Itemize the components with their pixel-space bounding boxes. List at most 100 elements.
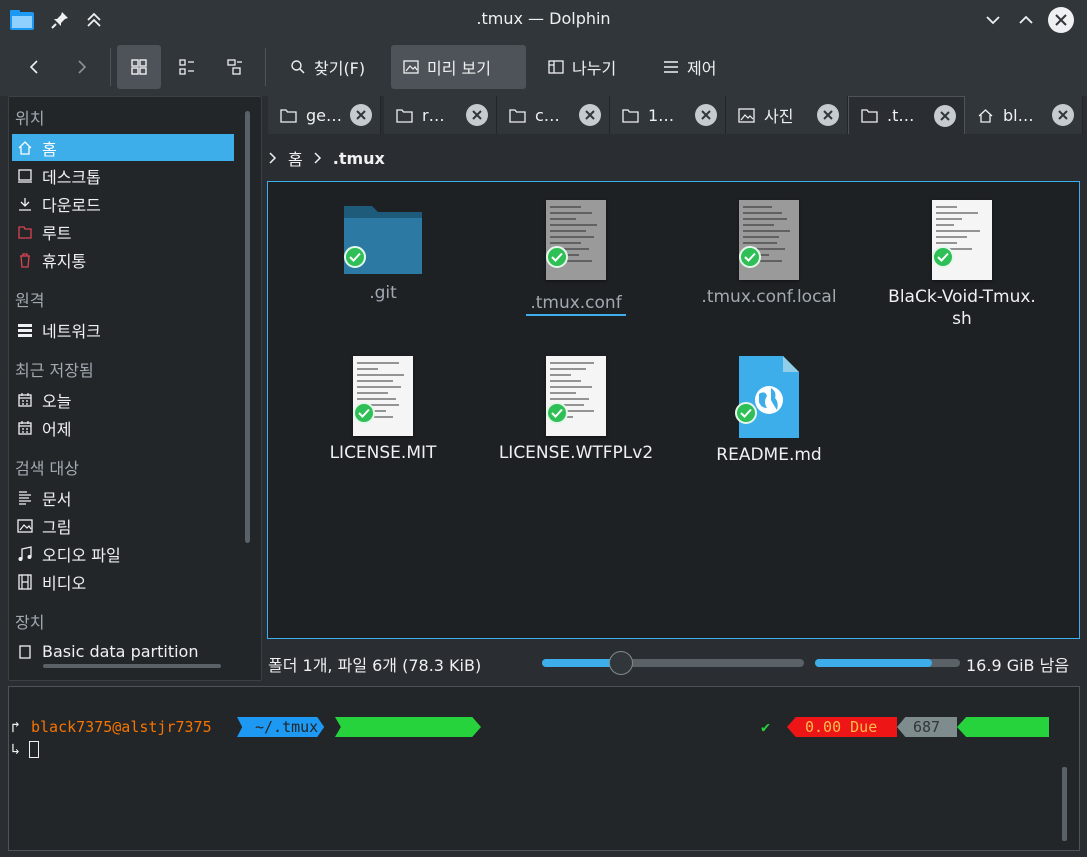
toolbar-separator — [265, 48, 266, 86]
sidebar-item-root[interactable]: 루트 — [12, 218, 234, 245]
folder-thumbnail — [342, 200, 424, 276]
tab-1[interactable]: 1… — [610, 96, 726, 134]
tab-label: c… — [535, 105, 560, 125]
terminal-status-check: ✔ — [761, 718, 771, 736]
close-tab-icon[interactable] — [350, 104, 372, 126]
tab-tmux[interactable]: .t… — [848, 96, 965, 134]
image-icon — [16, 517, 34, 535]
sidebar-item-video[interactable]: 비디오 — [12, 568, 234, 595]
script-file-thumbnail — [932, 200, 992, 280]
status-bar: 폴더 1개, 파일 6개 (78.3 KiB) 16.9 GiB 남음 — [268, 648, 1080, 676]
sidebar-item-label: 그림 — [42, 517, 72, 537]
sidebar-item-label: 어제 — [42, 419, 72, 439]
terminal-cursor[interactable] — [29, 741, 39, 758]
sidebar-item-images[interactable]: 그림 — [12, 512, 234, 539]
terminal-scrollbar[interactable] — [1062, 767, 1067, 841]
check-icon — [932, 246, 954, 268]
tab-c[interactable]: c… — [497, 96, 610, 134]
cpu-icon: ⊙ — [1051, 738, 1061, 756]
sidebar-item-home[interactable]: 홈 — [12, 134, 234, 161]
preview-button[interactable]: 미리 보기 — [391, 45, 526, 89]
sidebar-item-downloads[interactable]: 다운로드 — [12, 190, 234, 217]
image-icon — [738, 107, 756, 123]
file-item-readme-md[interactable]: README.md — [679, 356, 859, 466]
breadcrumb-current[interactable]: .tmux — [333, 149, 385, 168]
image-icon — [403, 59, 419, 75]
file-view[interactable]: .git .tmux.conf .tmux.conf.local BlaCk-V… — [267, 181, 1080, 639]
file-item-git[interactable]: .git — [293, 200, 473, 304]
close-tab-icon[interactable] — [466, 104, 488, 126]
sidebar-item-trash[interactable]: 휴지통 — [12, 246, 234, 273]
folder-icon — [396, 108, 414, 123]
check-icon — [344, 246, 366, 268]
tab-bar: ge… r… c… 1… 사진 .t… bl… — [268, 96, 1087, 134]
branch-icon: ᚴ — [415, 738, 425, 756]
section-remote: 원격 — [15, 291, 45, 310]
sidebar-item-partition[interactable]: Basic data partition — [12, 638, 234, 665]
file-name: BlaCk-Void-Tmux. sh — [888, 287, 1036, 329]
prompt-arrow-icon: ↱ — [11, 718, 21, 736]
file-item-tmux-conf-local[interactable]: .tmux.conf.local — [679, 200, 859, 308]
film-icon — [16, 573, 34, 591]
free-space-text: 16.9 GiB 남음 — [966, 656, 1070, 675]
file-item-license-mit[interactable]: LICENSE.MIT — [293, 356, 473, 464]
sidebar-item-network[interactable]: 네트워크 — [12, 316, 234, 343]
text-file-thumbnail — [546, 200, 606, 280]
close-window-icon[interactable] — [1048, 7, 1074, 33]
close-tab-icon[interactable] — [579, 104, 601, 126]
download-icon — [16, 195, 34, 213]
chevron-right-icon — [313, 151, 323, 165]
sidebar-item-label: 오디오 파일 — [42, 545, 121, 565]
section-search: 검색 대상 — [15, 459, 79, 478]
window-title: .tmux — Dolphin — [476, 9, 611, 28]
check-icon — [735, 402, 757, 424]
control-menu-button[interactable]: 제어 — [651, 45, 728, 89]
close-tab-icon[interactable] — [695, 104, 717, 126]
prompt-return-icon: ↳ — [11, 740, 21, 758]
file-item-tmux-conf[interactable]: .tmux.conf — [486, 200, 666, 316]
sidebar-item-audio[interactable]: 오디오 파일 — [12, 540, 234, 567]
breadcrumb-home[interactable]: 홈 — [288, 146, 303, 170]
sidebar-item-desktop[interactable]: 데스크톱 — [12, 162, 234, 189]
free-space-bar — [815, 659, 960, 667]
tab-bl[interactable]: bl… — [965, 96, 1083, 134]
file-item-black-void-tmux-sh[interactable]: BlaCk-Void-Tmux. sh — [872, 200, 1052, 330]
close-tab-icon[interactable] — [1052, 104, 1074, 126]
music-note-icon — [16, 545, 34, 563]
sidebar-item-today[interactable]: 오늘 — [12, 386, 234, 413]
tab-r[interactable]: r… — [384, 96, 497, 134]
details-view-button[interactable] — [213, 45, 257, 89]
terminal-user: black7375@alstjr7375 — [31, 718, 212, 736]
compact-view-button[interactable] — [165, 45, 209, 89]
minimize-icon[interactable] — [981, 8, 1005, 32]
sidebar-horizontal-scrollbar[interactable] — [43, 664, 221, 668]
find-button[interactable]: 찾기(F) — [278, 45, 377, 89]
icons-view-button[interactable] — [117, 45, 161, 89]
section-places: 위치 — [15, 109, 45, 128]
tab-photos[interactable]: 사진 — [726, 96, 848, 134]
close-tab-icon[interactable] — [934, 105, 956, 127]
chevron-right-icon[interactable] — [268, 151, 278, 165]
split-label: 나누기 — [572, 59, 617, 78]
close-tab-icon[interactable] — [817, 104, 839, 126]
maximize-icon[interactable] — [1014, 8, 1038, 32]
zoom-slider-handle[interactable] — [608, 651, 633, 675]
terminal-panel[interactable]: ↱ black7375@alstjr7375 ~/.tmux ⛁ ᚴ master … — [8, 686, 1080, 851]
folder-icon — [509, 108, 527, 123]
sidebar-item-documents[interactable]: 문서 — [12, 484, 234, 511]
section-devices: 장치 — [15, 613, 45, 632]
file-item-license-wtfplv2[interactable]: LICENSE.WTFPLv2 — [486, 356, 666, 464]
zoom-slider[interactable] — [542, 651, 804, 675]
tab-label: r… — [422, 105, 445, 125]
terminal-due: 0.00 Due — [787, 717, 897, 737]
file-name: LICENSE.WTFPLv2 — [498, 443, 654, 463]
folder-icon — [280, 108, 298, 123]
split-button[interactable]: 나누기 — [536, 45, 628, 89]
forward-button[interactable] — [60, 45, 104, 89]
tab-label: 사진 — [764, 107, 794, 126]
control-label: 제어 — [687, 59, 717, 78]
tab-ge[interactable]: ge… — [268, 96, 381, 134]
sidebar-scrollbar[interactable] — [245, 111, 250, 543]
sidebar-item-yesterday[interactable]: 어제 — [12, 414, 234, 441]
back-button[interactable] — [12, 45, 56, 89]
